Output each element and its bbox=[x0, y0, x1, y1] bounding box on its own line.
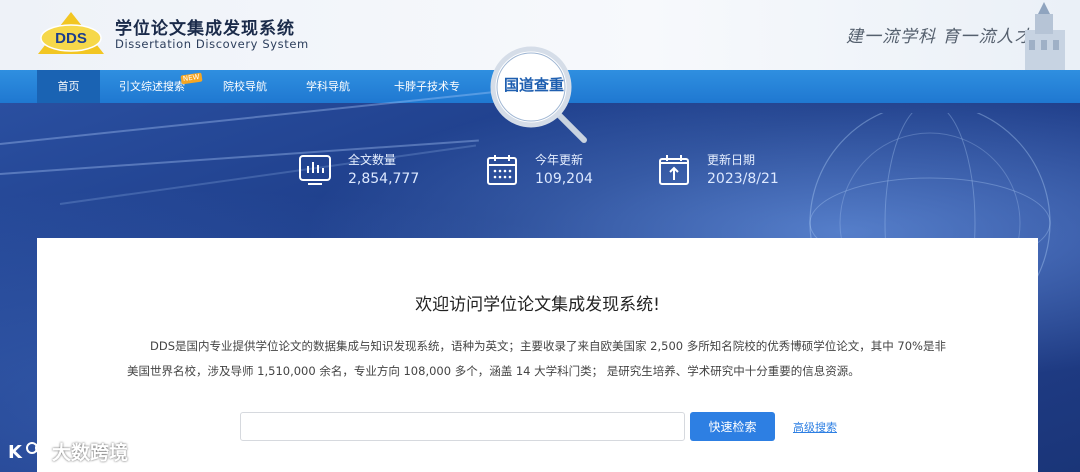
watermark-logo-icon: K bbox=[8, 442, 47, 463]
site-title: 学位论文集成发现系统 bbox=[115, 19, 295, 39]
nav-label: 学科导航 bbox=[306, 80, 350, 93]
svg-text:K: K bbox=[8, 442, 23, 463]
plagiarism-check-link[interactable]: 国道查重 bbox=[496, 74, 572, 95]
search-input[interactable] bbox=[240, 412, 685, 441]
stat-update-date: 更新日期 2023/8/21 bbox=[657, 151, 797, 191]
nav-item-home[interactable]: 首页 bbox=[37, 70, 100, 103]
quick-search-button[interactable]: 快速检索 bbox=[690, 412, 775, 441]
svg-text:DDS: DDS bbox=[55, 30, 87, 47]
nav-label: 首页 bbox=[57, 80, 80, 93]
stat-value: 2,854,777 bbox=[348, 171, 420, 187]
stat-label: 今年更新 bbox=[535, 153, 584, 167]
stat-value: 109,204 bbox=[535, 171, 593, 187]
nav-label: 院校导航 bbox=[223, 80, 267, 93]
system-description: DDS是国内专业提供学位论文的数据集成与知识发现系统，语种为英文；主要收录了来自… bbox=[127, 339, 946, 378]
stat-label: 更新日期 bbox=[707, 153, 756, 167]
new-badge: NEW bbox=[180, 72, 203, 85]
nav-label: 引文综述搜索 bbox=[119, 80, 185, 93]
campus-building-image bbox=[1025, 2, 1065, 70]
upload-calendar-icon bbox=[659, 155, 689, 185]
stat-label: 全文数量 bbox=[348, 153, 397, 167]
nav-item-subject-navigation[interactable]: 学科导航 bbox=[305, 70, 351, 103]
stat-fulltext-count: 全文数量 2,854,777 bbox=[298, 151, 438, 191]
stat-value: 2023/8/21 bbox=[707, 171, 779, 187]
dds-logo[interactable]: DDS bbox=[36, 10, 106, 58]
site-subtitle: Dissertation Discovery System bbox=[115, 37, 309, 51]
advanced-search-link[interactable]: 高级搜索 bbox=[793, 419, 837, 435]
bar-chart-icon bbox=[299, 155, 331, 185]
watermark-text: 大数跨境 bbox=[52, 442, 129, 464]
nav-item-school-navigation[interactable]: 院校导航 bbox=[222, 70, 268, 103]
nav-item-citation-search[interactable]: 引文综述搜索 NEW bbox=[118, 70, 203, 103]
stat-yearly-updates: 今年更新 109,204 bbox=[485, 151, 625, 191]
welcome-heading: 欢迎访问学位论文集成发现系统! bbox=[415, 295, 660, 315]
intro-card: 欢迎访问学位论文集成发现系统! DDS是国内专业提供学位论文的数据集成与知识发现… bbox=[37, 238, 1038, 472]
calendar-icon bbox=[487, 155, 517, 185]
